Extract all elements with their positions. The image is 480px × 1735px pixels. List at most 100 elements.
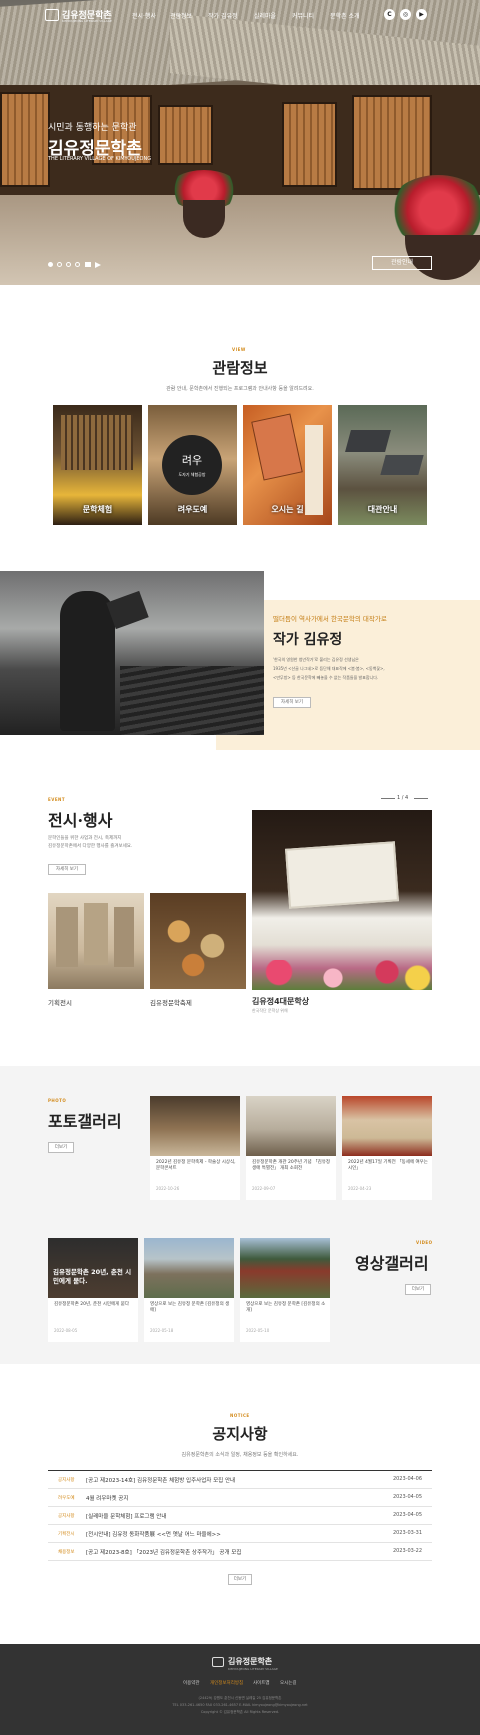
writer-statue-image <box>0 571 264 735</box>
photo-thumbnail <box>246 1096 336 1156</box>
video-title: 영상갤러리 <box>355 1254 429 1273</box>
notice-kicker: NOTICE <box>230 1413 250 1418</box>
notice-row[interactable]: 공지사항 [실레마을 문학체험] 프로그램 안내 2023-04-05 <box>48 1507 432 1525</box>
photo-more-button[interactable]: 더보기 <box>48 1142 74 1153</box>
writer-paragraph: <만무방> 등 한국문학에 빼놓을 수 없는 작품들을 발표합니다. <box>273 675 379 680</box>
video-card-title: 김유정문학촌 20년, 춘천 시민에게 묻다 <box>54 1302 129 1307</box>
video-thumbnail: 김유정문학촌 20년, 춘천 시민에게 묻다. <box>48 1238 138 1298</box>
view-card-label: 오시는 길 <box>271 505 304 514</box>
video-kicker: VIDEO <box>416 1240 433 1245</box>
bookshelf-image <box>61 415 133 470</box>
video-card-title: 영상으로 보는 김유정 문학촌 [김유정의 생애] <box>150 1302 230 1313</box>
view-desc: 관람 안내, 문학촌에서 진행되는 프로그램과 안내사항 등을 알려드려요. <box>166 386 314 392</box>
chuncheon-icon[interactable]: C <box>384 9 395 20</box>
video-card-date: 2022-08-05 <box>54 1328 78 1333</box>
event-festival-image[interactable] <box>150 893 246 989</box>
notice-tag: 려우도예 <box>58 1496 75 1501</box>
site-header: 김유정문학촌 KIMYOUJEONG LITERARY VILLAGE 전시·행… <box>0 0 480 30</box>
pottery-sign-subtext: 도자기 체험공방 <box>178 472 206 477</box>
youtube-icon[interactable]: ▶ <box>416 9 427 20</box>
exhibit-panel-image <box>56 907 78 967</box>
play-icon[interactable] <box>95 262 101 268</box>
notice-tag: 채용정보 <box>58 1550 75 1555</box>
notice-title-link[interactable]: [공고 제2023-8호] 「2023년 김유정문학촌 상주작가」 공개 모집 <box>86 1548 241 1556</box>
notice-tag: 기획전시 <box>58 1532 75 1537</box>
instagram-icon[interactable]: ◎ <box>400 9 411 20</box>
lattice-door <box>282 102 337 187</box>
notice-title-link[interactable]: [공고 제2023-14호] 김유정문학촌 체험방 입주사업자 모집 안내 <box>86 1476 235 1484</box>
event-item-label[interactable]: 김유정문학축제 <box>150 997 192 1007</box>
nav-item-sile-village[interactable]: 실레마을 <box>254 11 276 20</box>
view-card-label: 대관안내 <box>367 505 398 514</box>
slide-dot[interactable] <box>75 262 80 267</box>
writer-paragraph: 1935년 <산골 나그네>로 등단해 대표작에 <봄·봄>, <동백꽃>, <box>273 666 385 671</box>
footer-copyright: Copyright © 김유정문학촌 All Rights Reserved. <box>200 1710 280 1714</box>
nav-item-visit-info[interactable]: 관람정보 <box>170 11 192 20</box>
statue-image <box>60 591 115 731</box>
open-book-image <box>285 841 399 909</box>
view-card-literature-experience[interactable]: 문학체험 <box>53 405 142 525</box>
view-card-rental-guide[interactable]: 대관안내 <box>338 405 427 525</box>
notice-title-link[interactable]: [실레마을 문학체험] 프로그램 안내 <box>86 1512 166 1520</box>
footer-link-terms[interactable]: 이용약관 <box>183 1680 200 1686</box>
footer-contact: TEL 033-261-4650 FAX 033-261-4657 E-MAIL… <box>172 1703 308 1707</box>
site-footer: 김유정문학촌 KIMYOUJEONG LITERARY VILLAGE 이용약관… <box>0 1644 480 1735</box>
photo-thumbnail <box>150 1096 240 1156</box>
notice-row[interactable]: 공지사항 [공고 제2023-14호] 김유정문학촌 체험방 입주사업자 모집 … <box>48 1471 432 1489</box>
pause-icon[interactable] <box>85 262 91 267</box>
notice-more-button[interactable]: 더보기 <box>228 1574 252 1585</box>
notice-title: 공지사항 <box>212 1425 268 1443</box>
logo-subtitle: KIMYOUJEONG LITERARY VILLAGE <box>62 19 112 23</box>
footer-link-privacy[interactable]: 개인정보처리방침 <box>210 1680 243 1686</box>
visit-guide-button[interactable]: 관람안내 <box>372 256 432 270</box>
event-kicker: EVENT <box>48 797 66 802</box>
view-card-ryeou-pottery[interactable]: 려우 도자기 체험공방 려우도예 <box>148 405 237 525</box>
video-card[interactable]: 영상으로 보는 김유정 문학촌 [김유정의 소개] 2022-05-10 <box>240 1238 330 1342</box>
notice-title-link[interactable]: 4월 려우마켓 공지 <box>86 1494 128 1502</box>
event-pager: 1 / 4 <box>397 795 409 801</box>
next-arrow-icon[interactable] <box>414 798 428 799</box>
notice-row[interactable]: 기획전시 [전시안내] 김유정 동화작품展 <<먼 옛날 어느 마을에>> 20… <box>48 1525 432 1543</box>
notice-date: 2023-04-05 <box>392 1494 422 1500</box>
event-feature-title[interactable]: 김유정4대문학상 <box>252 996 309 1007</box>
notice-tag: 공지사항 <box>58 1478 75 1483</box>
photo-card[interactable]: 2022년 4월17일 기획전 「동세에 여우는 시인」 2022-04-23 <box>342 1096 432 1200</box>
footer-link-sitemap[interactable]: 사이트맵 <box>253 1680 270 1686</box>
flowers-image <box>252 960 432 990</box>
notice-title-link[interactable]: [전시안내] 김유정 동화작품展 <<먼 옛날 어느 마을에>> <box>86 1530 221 1538</box>
video-card[interactable]: 영상으로 보는 김유정 문학촌 [김유정의 생애] 2022-05-18 <box>144 1238 234 1342</box>
nav-item-about[interactable]: 문학촌 소개 <box>330 11 360 20</box>
video-more-button[interactable]: 더보기 <box>405 1284 431 1295</box>
event-item-label[interactable]: 기획전시 <box>48 997 72 1007</box>
nav-item-community[interactable]: 커뮤니티 <box>292 11 314 20</box>
notice-row[interactable]: 려우도예 4월 려우마켓 공지 2023-04-05 <box>48 1489 432 1507</box>
photo-card[interactable]: 2022년 김유정 문학축제 - 학술상 시상식, 문학콘서트 2022-10-… <box>150 1096 240 1200</box>
photo-card[interactable]: 김유정문학촌 개관 20주년 기념 「김유정 생애 특별전」 개최 소회전 20… <box>246 1096 336 1200</box>
event-more-button[interactable]: 자세히 보기 <box>48 864 86 875</box>
hero-subtitle: THE LITERARY VILLAGE OF KIMYOUJEONG <box>48 156 152 162</box>
footer-link-directions[interactable]: 오시는길 <box>280 1680 297 1686</box>
view-title: 관람정보 <box>212 359 268 377</box>
slide-dot[interactable] <box>57 262 62 267</box>
video-card[interactable]: 김유정문학촌 20년, 춘천 시민에게 묻다. 김유정문학촌 20년, 춘천 시… <box>48 1238 138 1342</box>
slide-dot-active[interactable] <box>48 262 53 267</box>
event-desc: 문학인들을 위한 사업과 전시, 축제까지 <box>48 836 122 841</box>
video-card-title: 영상으로 보는 김유정 문학촌 [김유정의 소개] <box>246 1302 326 1313</box>
view-card-directions[interactable]: 오시는 길 <box>243 405 332 525</box>
writer-more-button[interactable]: 자세히 보기 <box>273 697 311 708</box>
photo-card-date: 2022-09-07 <box>252 1186 276 1191</box>
nav-item-exhibition[interactable]: 전시·행사 <box>132 11 156 20</box>
logo-icon[interactable] <box>45 9 59 21</box>
event-planned-exhibition-image[interactable] <box>48 893 144 989</box>
aerial-roof-image <box>345 430 391 452</box>
event-feature-image[interactable] <box>252 810 432 990</box>
event-title: 전시·행사 <box>48 811 113 830</box>
photo-card-title: 김유정문학촌 개관 20주년 기념 「김유정 생애 특별전」 개최 소회전 <box>252 1160 331 1171</box>
slide-dot[interactable] <box>66 262 71 267</box>
footer-logo-icon <box>212 1657 224 1667</box>
notice-date: 2023-03-22 <box>392 1548 422 1554</box>
notice-row[interactable]: 채용정보 [공고 제2023-8호] 「2023년 김유정문학촌 상주작가」 공… <box>48 1543 432 1561</box>
photo-card-title: 2022년 4월17일 기획전 「동세에 여우는 시인」 <box>348 1160 428 1171</box>
nav-item-writer[interactable]: 작가 김유정 <box>208 11 238 20</box>
prev-arrow-icon[interactable] <box>381 798 395 799</box>
